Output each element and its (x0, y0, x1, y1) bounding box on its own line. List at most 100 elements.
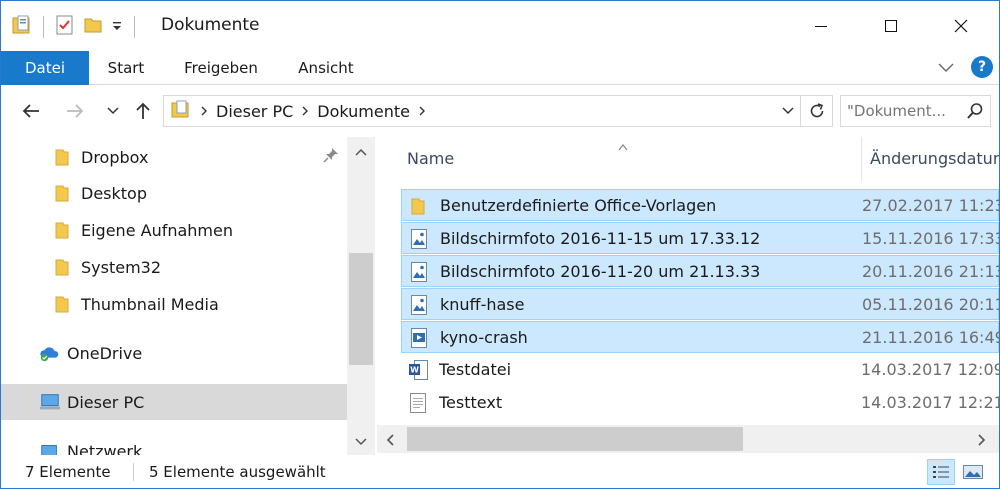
nav-item-label: Thumbnail Media (81, 294, 219, 314)
file-row-kyno-crash[interactable]: kyno-crash 21.11.2016 16:49 (401, 321, 999, 353)
folder-icon (410, 195, 432, 217)
file-row-knuff-hase[interactable]: knuff-hase 05.11.2016 20:11 (401, 288, 999, 320)
folder-icon (51, 219, 73, 241)
nav-item-label: Dropbox (81, 147, 149, 167)
selected-count: 5 Elemente ausgewählt (149, 463, 326, 481)
computer-icon (39, 391, 61, 413)
details-view-icon (933, 466, 949, 478)
file-row-bildschirmfoto-2[interactable]: Bildschirmfoto 2016-11-20 um 21.13.33 20… (401, 255, 999, 287)
file-date: 15.11.2016 17:33 (862, 229, 999, 248)
file-name: Bildschirmfoto 2016-11-15 um 17.33.12 (440, 229, 761, 248)
search-input[interactable] (847, 99, 959, 123)
nav-item-system32[interactable]: System32 (1, 249, 347, 285)
address-row: Dieser PC Dokumente (1, 85, 999, 137)
toolbar-separator (134, 16, 135, 38)
scroll-left-chevron-icon[interactable] (385, 432, 397, 451)
chevron-right-icon[interactable] (200, 102, 208, 121)
scrollbar-thumb[interactable] (407, 427, 743, 451)
forward-button[interactable] (63, 99, 87, 123)
new-folder-icon[interactable] (82, 14, 104, 40)
nav-item-netzwerk[interactable]: Netzwerk (1, 433, 347, 455)
image-file-icon (410, 261, 432, 283)
up-arrow-icon (136, 102, 150, 119)
scroll-up-chevron-icon[interactable] (353, 143, 369, 162)
large-icons-view-icon (963, 465, 983, 479)
recent-locations-button[interactable] (101, 99, 125, 123)
address-history-chevron-icon[interactable] (780, 102, 796, 122)
tab-ansicht[interactable]: Ansicht (287, 51, 365, 85)
scrollbar-thumb[interactable] (349, 253, 373, 365)
nav-item-dropbox[interactable]: Dropbox (1, 139, 347, 175)
maximize-icon (885, 20, 897, 32)
nav-item-desktop[interactable]: Desktop (1, 175, 347, 211)
nav-item-label: Desktop (81, 183, 147, 203)
close-icon (954, 19, 968, 33)
large-icons-view-button[interactable] (959, 459, 987, 485)
explorer-app-icon[interactable] (11, 14, 33, 40)
svg-text:W: W (410, 366, 419, 375)
column-header-date[interactable]: Änderungsdatum (861, 137, 999, 181)
word-file-icon: W (409, 359, 431, 381)
video-file-icon (410, 327, 432, 349)
breadcrumb-item-dokumente[interactable]: Dokumente (317, 102, 410, 121)
address-bar[interactable]: Dieser PC Dokumente (163, 95, 833, 127)
customize-toolbar-chevron-icon[interactable] (110, 18, 124, 37)
properties-icon[interactable] (54, 14, 76, 40)
sort-ascending-caret-icon (617, 137, 629, 156)
search-icon[interactable] (966, 102, 984, 124)
file-list-horizontal-scrollbar[interactable] (377, 425, 999, 453)
file-name: kyno-crash (440, 328, 528, 347)
back-button[interactable] (19, 99, 43, 123)
nav-item-thumbnail-media[interactable]: Thumbnail Media (1, 286, 347, 322)
file-name: knuff-hase (440, 295, 525, 314)
nav-item-label: System32 (81, 257, 162, 277)
nav-item-eigene-aufnahmen[interactable]: Eigene Aufnahmen (1, 212, 347, 248)
file-date: 27.02.2017 11:23 (862, 196, 999, 215)
text-file-icon (409, 392, 431, 414)
file-row-office-vorlagen[interactable]: Benutzerdefinierte Office-Vorlagen 27.02… (401, 189, 999, 221)
maximize-button[interactable] (857, 1, 925, 51)
folder-icon (51, 293, 73, 315)
column-header-name[interactable]: Name (407, 137, 454, 181)
folder-icon (51, 256, 73, 278)
scroll-right-chevron-icon[interactable] (975, 432, 987, 451)
file-row-testdatei[interactable]: W Testdatei 14.03.2017 12:09 (401, 354, 999, 386)
nav-item-dieser-pc[interactable]: Dieser PC (1, 384, 347, 420)
up-button[interactable] (131, 99, 155, 123)
chevron-right-icon[interactable] (418, 102, 426, 121)
scroll-down-chevron-icon[interactable] (353, 433, 369, 452)
file-list: Name Änderungsdatum Benutzerdefinierte O… (377, 137, 999, 455)
tab-freigeben[interactable]: Freigeben (173, 51, 269, 85)
nav-item-label: Eigene Aufnahmen (81, 220, 233, 240)
onedrive-icon (39, 342, 61, 364)
folder-icon (51, 146, 73, 168)
tab-datei[interactable]: Datei (1, 51, 89, 85)
breadcrumb-item-dieser-pc[interactable]: Dieser PC (216, 102, 293, 121)
minimize-button[interactable] (787, 1, 855, 51)
window-title: Dokumente (161, 15, 260, 35)
file-row-testtext[interactable]: Testtext 14.03.2017 12:21 (401, 387, 999, 419)
file-name: Bildschirmfoto 2016-11-20 um 21.13.33 (440, 262, 761, 281)
file-date: 14.03.2017 12:21 (861, 393, 999, 412)
help-button[interactable]: ? (971, 56, 993, 78)
pin-icon[interactable] (323, 147, 339, 167)
nav-item-onedrive[interactable]: OneDrive (1, 335, 347, 371)
details-view-button[interactable] (927, 459, 955, 485)
tab-start[interactable]: Start (97, 51, 155, 85)
status-bar: 7 Elemente 5 Elemente ausgewählt (1, 455, 999, 488)
nav-item-label: OneDrive (67, 343, 143, 363)
nav-pane-scrollbar[interactable] (347, 137, 375, 455)
nav-item-label: Dieser PC (67, 392, 145, 412)
forward-arrow-icon (67, 104, 84, 118)
close-button[interactable] (927, 1, 995, 51)
search-box[interactable] (840, 95, 991, 127)
file-row-bildschirmfoto-1[interactable]: Bildschirmfoto 2016-11-15 um 17.33.12 15… (401, 222, 999, 254)
chevron-right-icon[interactable] (301, 102, 309, 121)
title-bar: Dokumente (1, 1, 999, 51)
expand-ribbon-chevron-icon[interactable] (937, 59, 955, 78)
refresh-button[interactable] (800, 96, 832, 126)
back-arrow-icon (22, 104, 39, 118)
file-date: 05.11.2016 20:11 (862, 295, 999, 314)
file-name: Testtext (439, 393, 503, 412)
refresh-icon (810, 103, 823, 118)
